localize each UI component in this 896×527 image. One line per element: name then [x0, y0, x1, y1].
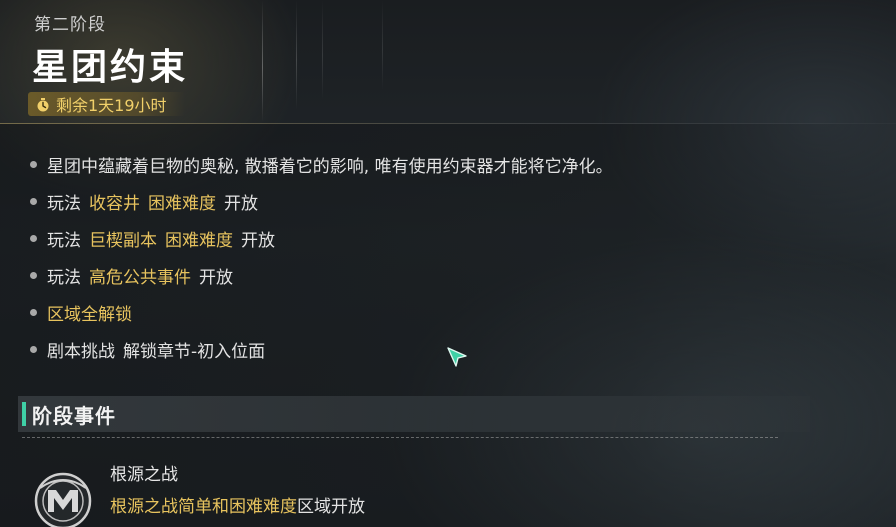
- bullet-icon: [30, 198, 37, 205]
- feature-text: 开放: [199, 268, 233, 288]
- feature-item: 玩法 巨楔副本 困难难度 开放: [30, 220, 613, 257]
- event-title[interactable]: 根源之战: [110, 460, 178, 485]
- bullet-icon: [30, 235, 37, 242]
- stage-label: 第二阶段: [34, 15, 106, 35]
- event-description-highlight: 根源之战简单和困难难度: [110, 497, 297, 517]
- stage-feature-list: 星团中蕴藏着巨物的奥秘, 散播着它的影响, 唯有使用约束器才能将它净化。 玩法 收容…: [30, 146, 613, 368]
- stopwatch-icon: [36, 97, 50, 112]
- remaining-time-badge: 剩余1天19小时: [28, 92, 185, 116]
- feature-text: 开放: [241, 231, 275, 251]
- feature-highlight-text: 困难难度: [148, 194, 216, 214]
- section-title: 阶段事件: [32, 404, 116, 428]
- section-header-bar: [18, 396, 810, 432]
- event-description-rest: 区域开放: [297, 497, 365, 517]
- bullet-icon: [30, 346, 37, 353]
- feature-item: 星团中蕴藏着巨物的奥秘, 散播着它的影响, 唯有使用约束器才能将它净化。: [30, 146, 613, 183]
- feature-item: 玩法 收容井 困难难度 开放: [30, 183, 613, 220]
- feature-item: 剧本挑战 解锁章节-初入位面: [30, 331, 613, 368]
- event-description: 根源之战简单和困难难度区域开放: [110, 492, 365, 517]
- section-accent-mark: [22, 402, 26, 426]
- stage-header: 第二阶段 星团约束 剩余1天19小时: [0, 0, 896, 124]
- bullet-icon: [30, 309, 37, 316]
- feature-highlight-text: 区域全解锁: [47, 305, 132, 325]
- feature-text: 玩法: [47, 231, 81, 251]
- feature-text: 玩法: [47, 268, 81, 288]
- bullet-icon: [30, 161, 37, 168]
- remaining-time-text: 剩余1天19小时: [56, 96, 167, 115]
- feature-text: 星团中蕴藏着巨物的奥秘, 散播着它的影响, 唯有使用约束器才能将它净化。: [47, 157, 613, 177]
- feature-highlight-text: 高危公共事件: [89, 268, 191, 288]
- section-divider: [22, 437, 778, 438]
- pointer-cursor-icon: [446, 346, 470, 370]
- feature-text: 解锁章节-初入位面: [123, 342, 266, 362]
- feature-text: 玩法: [47, 194, 81, 214]
- stage-title: 星团约束: [32, 47, 189, 88]
- event-emblem-icon[interactable]: [30, 468, 96, 527]
- feature-highlight-text: 收容井: [89, 194, 140, 214]
- feature-highlight-text: 困难难度: [165, 231, 233, 251]
- feature-item: 区域全解锁: [30, 294, 613, 331]
- feature-item: 玩法 高危公共事件 开放: [30, 257, 613, 294]
- feature-text: 剧本挑战: [47, 342, 115, 362]
- feature-highlight-text: 巨楔副本: [89, 231, 157, 251]
- bullet-icon: [30, 272, 37, 279]
- feature-text: 开放: [224, 194, 258, 214]
